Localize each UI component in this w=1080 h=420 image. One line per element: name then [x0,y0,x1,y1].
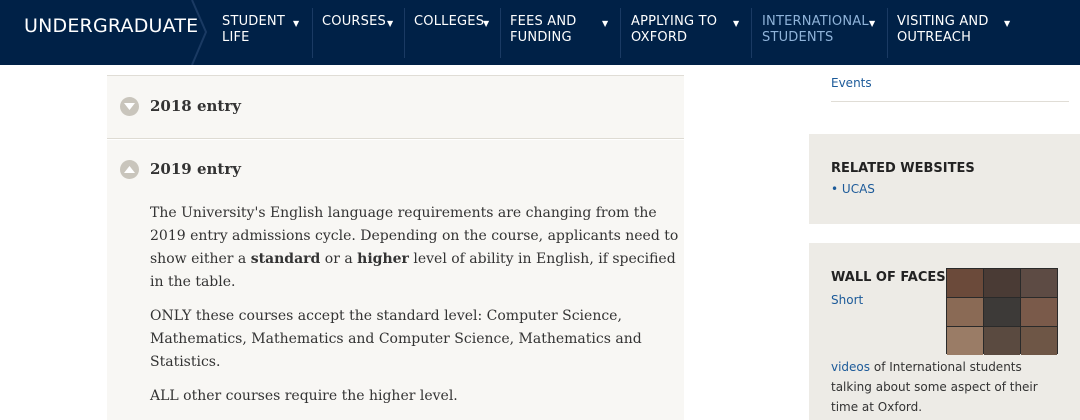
chevron-down-icon: ▼ [733,19,740,28]
face-photo [947,327,983,355]
nav-divider [500,8,501,58]
nav-label: FEES AND FUNDING [510,14,577,45]
nav-label: COURSES [322,14,386,29]
short-link[interactable]: Short [831,293,863,307]
nav-item-visiting-and-outreach[interactable]: VISITING AND OUTREACH ▼ [897,14,1010,46]
nav-divider [751,8,752,58]
nav-divider [620,8,621,58]
bullet: • [831,182,839,196]
face-photo [984,327,1020,355]
accordion-title[interactable]: 2018 entry [150,97,241,115]
nav-item-courses[interactable]: COURSES ▼ [322,14,393,30]
nav-divider [887,8,888,58]
face-photo [1021,269,1057,297]
link-text: UCAS [841,182,875,196]
accordion-body: The University's English language requir… [150,202,680,419]
site-brand[interactable]: UNDERGRADUATE [24,15,198,37]
nav-item-colleges[interactable]: COLLEGES ▼ [414,14,489,30]
face-photo [947,269,983,297]
wall-of-faces-description: videos of International students talking… [831,357,1056,417]
breadcrumb-chevron-icon [191,0,208,65]
chevron-down-icon: ▼ [483,19,490,28]
chevron-down-icon: ▼ [602,19,609,28]
paragraph-standard-courses: ONLY these courses accept the standard l… [150,308,642,370]
related-websites-box: RELATED WEBSITES • UCAS [809,134,1080,224]
sidebar-divider [831,101,1069,102]
emphasis-higher: higher [357,251,409,267]
paragraph-higher-courses: ALL other courses require the higher lev… [150,388,458,404]
emphasis-standard: standard [250,251,321,267]
face-photo [947,298,983,326]
text: or a [320,251,358,267]
face-photo [984,298,1020,326]
wall-of-faces-box: WALL OF FACES Short videos of Internatio… [809,243,1080,420]
accordion-title[interactable]: 2019 entry [150,160,241,178]
chevron-down-icon: ▼ [387,19,394,28]
expand-down-icon[interactable] [120,97,139,116]
nav-label: VISITING AND OUTREACH [897,14,989,45]
nav-divider [404,8,405,58]
events-link[interactable]: Events [831,76,872,90]
chevron-down-icon: ▼ [869,19,876,28]
face-photo [1021,298,1057,326]
wall-of-faces-thumbnail[interactable] [946,268,1058,355]
chevron-down-icon: ▼ [1004,19,1011,28]
nav-item-fees-and-funding[interactable]: FEES AND FUNDING ▼ [510,14,608,46]
nav-divider [312,8,313,58]
top-navigation: UNDERGRADUATE STUDENT LIFE ▼ COURSES ▼ C… [0,0,1080,65]
nav-label: INTERNATIONAL STUDENTS [762,14,869,45]
accordion-2019-entry: 2019 entry The University's English lang… [107,140,684,420]
nav-label: COLLEGES [414,14,485,29]
nav-item-applying-to-oxford[interactable]: APPLYING TO OXFORD ▼ [631,14,739,46]
collapse-up-icon[interactable] [120,160,139,179]
related-websites-title: RELATED WEBSITES [831,161,975,176]
face-photo [1021,327,1057,355]
chevron-down-icon: ▼ [293,19,300,28]
wall-of-faces-title: WALL OF FACES [831,270,946,285]
paragraph-requirements: The University's English language requir… [150,202,680,294]
nav-label: STUDENT LIFE [222,14,285,45]
nav-label: APPLYING TO OXFORD [631,14,718,45]
nav-item-international-students[interactable]: INTERNATIONAL STUDENTS ▼ [762,14,875,46]
face-photo [984,269,1020,297]
accordion-2018-entry[interactable]: 2018 entry [107,76,684,139]
ucas-link[interactable]: • UCAS [831,182,875,196]
nav-item-student-life[interactable]: STUDENT LIFE ▼ [222,14,299,46]
videos-link[interactable]: videos [831,360,870,374]
